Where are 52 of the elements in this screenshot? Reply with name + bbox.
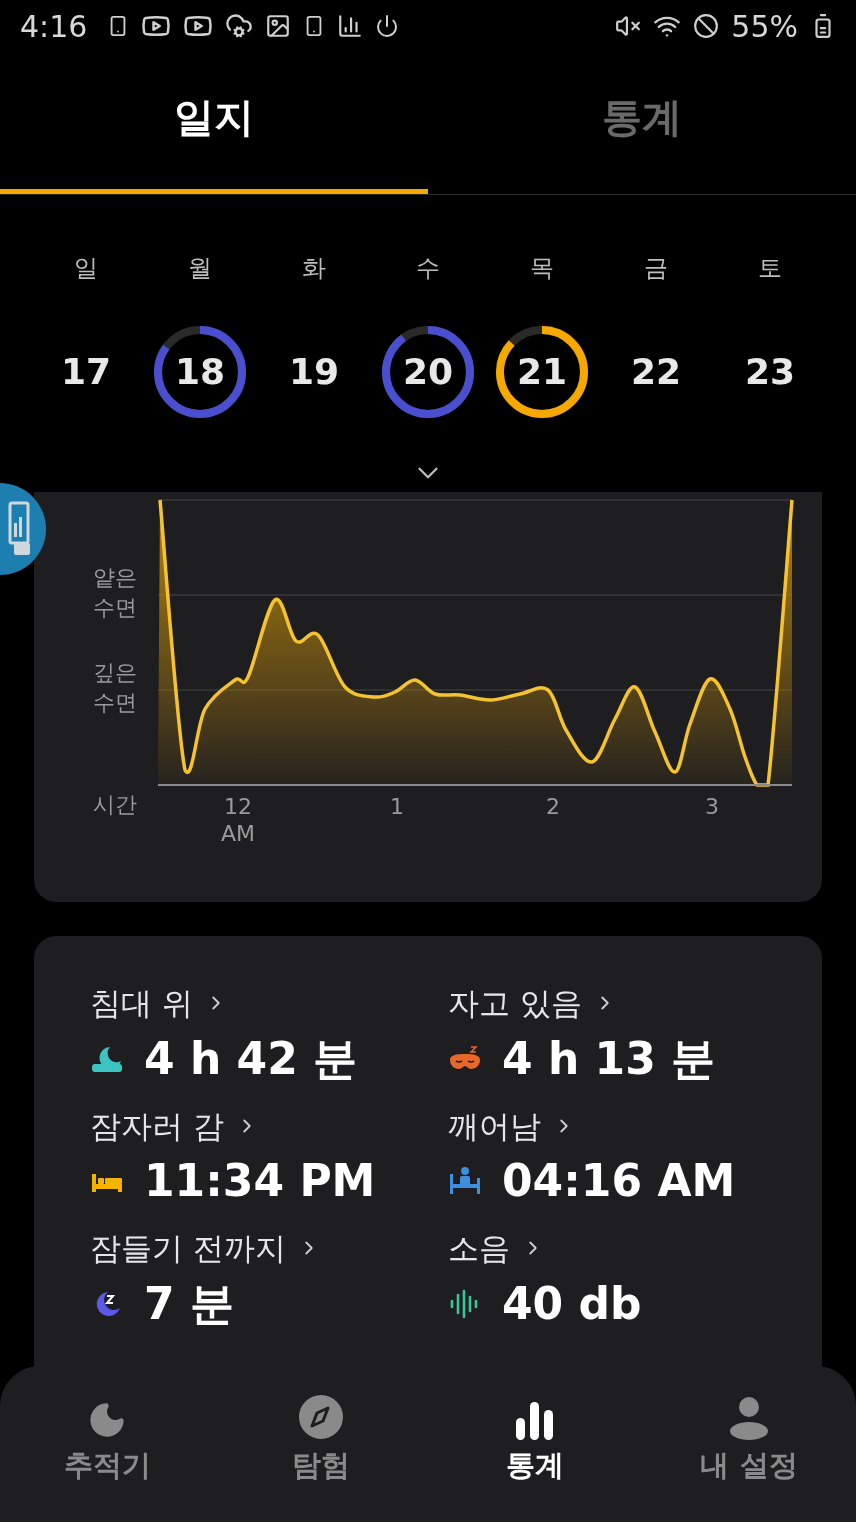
weekday-label: 화 [302, 253, 326, 284]
power-icon [375, 14, 400, 38]
date-button[interactable]: 23 [722, 324, 818, 420]
date-button[interactable]: 17 [38, 324, 134, 420]
weekday-label: 일 [74, 253, 98, 284]
tab[interactable]: 일지 [0, 52, 428, 194]
moon-icon [87, 1400, 127, 1440]
date-button[interactable]: 21 [494, 324, 590, 420]
cloud-icon [225, 12, 254, 40]
axis-label: 깊은 수면 [93, 660, 137, 715]
stat-link[interactable]: 자고 있음 [448, 980, 616, 1027]
axis-label: 얕은 수면 [93, 565, 137, 620]
stat-link[interactable]: 잠들기 전까지 [90, 1225, 320, 1272]
weekday-label: 월 [188, 253, 212, 284]
mute-icon [615, 13, 642, 39]
stat-value: 4 h 13 분 [502, 1036, 716, 1081]
person-in-bed-icon [448, 1166, 482, 1196]
battery-percent: 55% [731, 7, 798, 46]
tab[interactable]: 통계 [428, 52, 856, 194]
date-button[interactable]: 20 [380, 324, 476, 420]
block-icon [693, 13, 720, 39]
stat-value: 4 h 42 분 [144, 1036, 358, 1081]
stat-value: 11:34 PM [144, 1159, 376, 1203]
nav-tab[interactable]: 통계 [428, 1390, 642, 1522]
axis-tick-label: 1 [390, 794, 404, 819]
stat-link[interactable]: 침대 위 [90, 980, 227, 1027]
stat-link[interactable]: 소음 [448, 1225, 544, 1272]
axis-tick-label: 3 [705, 794, 719, 819]
date-button[interactable]: 19 [266, 324, 362, 420]
stat-value: 7 분 [144, 1281, 234, 1326]
stat-link[interactable]: 잠자러 감 [90, 1102, 258, 1149]
axis-title: 시간 [93, 792, 137, 817]
axis-tick-label: 2 [546, 794, 560, 819]
person-icon [729, 1396, 769, 1440]
status-time: 4:16 [20, 7, 88, 46]
stat-value: 04:16 AM [502, 1159, 736, 1203]
nav-tab[interactable]: 탐험 [214, 1390, 428, 1522]
bar-chart-icon [514, 1400, 556, 1440]
weekday-label: 금 [644, 253, 668, 284]
stat-value: 40 db [502, 1281, 642, 1326]
stat-link[interactable]: 깨어남 [448, 1102, 575, 1149]
compass-icon [298, 1394, 344, 1440]
date-button[interactable]: 22 [608, 324, 704, 420]
image-icon [265, 13, 292, 39]
weekday-label: 목 [530, 253, 554, 284]
nav-tab[interactable]: 추적기 [0, 1390, 214, 1522]
weekday-label: 수 [416, 253, 440, 284]
nav-tab[interactable]: 내 설정 [642, 1390, 856, 1522]
weekday-label: 토 [758, 253, 782, 284]
chart-search-icon [337, 13, 364, 39]
date-button[interactable]: 18 [152, 324, 248, 420]
axis-tick-label: 12 AM [221, 794, 255, 846]
